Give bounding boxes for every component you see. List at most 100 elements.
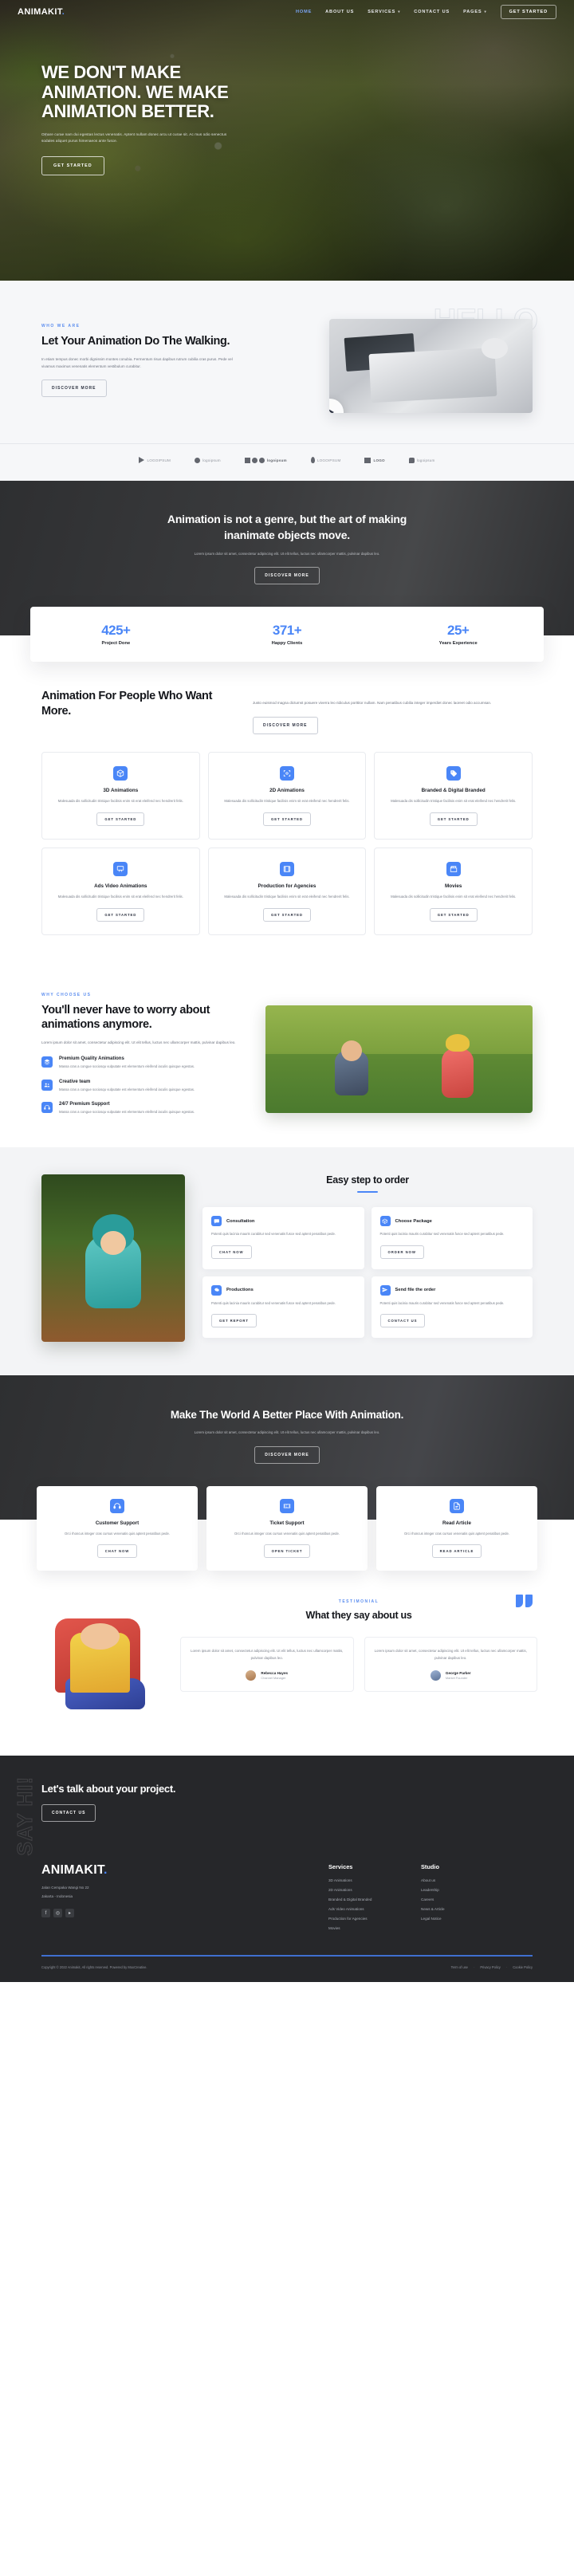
- brand-name: ANIMAKIT: [18, 7, 62, 17]
- hero-paragraph: Ornare curae nam dui egestas lectus vene…: [41, 132, 227, 144]
- brand-logo[interactable]: ANIMAKIT.: [18, 7, 65, 17]
- hero-get-started-button[interactable]: GET STARTED: [41, 155, 104, 175]
- step-card-productions[interactable]: Productions Potenti quis lacinia mauris …: [202, 1276, 364, 1339]
- cube-icon: [113, 765, 128, 781]
- support-card-customer-support[interactable]: Customer Support Orci rhoncus integer cr…: [37, 1485, 198, 1571]
- step-card-choose-package[interactable]: Choose Package Potenti quis lacinia maur…: [371, 1207, 533, 1269]
- support-card-ticket-support[interactable]: Ticket Support Orci rhoncus integer cras…: [206, 1485, 368, 1571]
- step-card-consultation-button[interactable]: CHAT NOW: [211, 1245, 252, 1259]
- testimonial-card-1: Lorem ipsum dolor sit amet, consectetur …: [180, 1637, 354, 1693]
- step-card-consultation[interactable]: Consultation Potenti quis lacinia mauris…: [202, 1207, 364, 1269]
- nav-item-about-us[interactable]: ABOUT US: [325, 10, 354, 14]
- footer-link-production-for-agencies[interactable]: Production for Agencies: [328, 1917, 405, 1921]
- about-paragraph: In etiam tempus donec morbi dignissim mo…: [41, 356, 233, 368]
- stat-years-experience-label: Years Experience: [438, 640, 478, 646]
- feature-creative-team-desc: Massa cras a congue sociosqu vulputate e…: [59, 1087, 195, 1091]
- service-card-branded-button[interactable]: GET STARTED: [429, 812, 478, 826]
- nav-item-contact-us[interactable]: CONTACT US: [414, 10, 450, 14]
- nav-item-services[interactable]: SERVICES ▾: [368, 10, 400, 14]
- about-discover-more-button[interactable]: DISCOVER MORE: [41, 380, 107, 398]
- footer-logo[interactable]: ANIMAKIT.: [41, 1863, 313, 1878]
- service-card-2d-animations[interactable]: 2D Animations Malesuada dis sollicitudin…: [207, 751, 367, 840]
- instagram-icon[interactable]: ◎: [53, 1909, 62, 1918]
- step-card-productions-button[interactable]: GET REPORT: [211, 1314, 257, 1328]
- testimonial-card-1-role: Channel Manager: [261, 1676, 286, 1681]
- service-card-3d-animations-button[interactable]: GET STARTED: [96, 812, 145, 826]
- circle-logo-icon: [195, 457, 201, 463]
- facebook-icon[interactable]: f: [41, 1909, 50, 1918]
- quote-discover-more-button[interactable]: DISCOVER MORE: [254, 566, 320, 584]
- service-card-ads-video-animations-button[interactable]: GET STARTED: [96, 907, 145, 922]
- services-paragraph: Justo euismod magna dictumst posuere viv…: [253, 700, 492, 705]
- support-card-ticket-support-desc: Orci rhoncus integer cras cursus venenat…: [234, 1531, 340, 1536]
- why-image-character-boy: [335, 1051, 369, 1096]
- client-logo-5-label: LOGO: [373, 458, 385, 462]
- footer-link-3d-animations[interactable]: 3D Animations: [328, 1878, 405, 1882]
- support-card-read-article-title: Read Article: [442, 1520, 471, 1526]
- client-logo-5: LOGO: [364, 457, 385, 463]
- feature-premium-quality-animations-title: Premium Quality Animations: [59, 1056, 124, 1061]
- main-navigation: ANIMAKIT. HOME ABOUT US SERVICES ▾ CONTA…: [0, 0, 574, 19]
- footer-column-studio: Studio About us Leadership Careers News …: [421, 1863, 497, 1936]
- headset-icon: [41, 1102, 53, 1114]
- footer-legal-separator: ·: [505, 1964, 508, 1969]
- step-card-send-file-button[interactable]: CONTACT US: [379, 1314, 426, 1328]
- footer-link-careers[interactable]: Careers: [421, 1898, 497, 1902]
- hero-title: WE DON'T MAKE ANIMATION. WE MAKE ANIMATI…: [41, 62, 229, 122]
- footer-link-ads-video-animations[interactable]: Ads Video Animations: [328, 1907, 405, 1911]
- stat-happy-clients-label: Happy Clients: [271, 640, 303, 646]
- feature-creative-team: Creative team Massa cras a congue socios…: [41, 1079, 245, 1093]
- footer-link-cookie-policy[interactable]: Cookie Policy: [513, 1965, 533, 1969]
- service-card-movies-button[interactable]: GET STARTED: [429, 907, 478, 922]
- support-card-customer-support-button[interactable]: CHAT NOW: [96, 1544, 138, 1559]
- focus-icon: [279, 765, 294, 781]
- better-place-discover-more-button[interactable]: DISCOVER MORE: [254, 1445, 320, 1464]
- why-choose-us-section: WHY CHOOSE US You'll never have to worry…: [0, 971, 574, 1148]
- service-card-production-for-agencies[interactable]: Production for Agencies Malesuada dis so…: [207, 847, 367, 935]
- footer-link-about-us[interactable]: About us: [421, 1878, 497, 1882]
- nav-item-home[interactable]: HOME: [296, 10, 312, 14]
- footer-link-2d-animations[interactable]: 2D Animations: [328, 1888, 405, 1892]
- step-card-send-file-title: Send file the order: [395, 1288, 436, 1293]
- footer-column-services-title: Services: [328, 1863, 353, 1871]
- footer-link-branded[interactable]: Branded & Digital Branded: [328, 1898, 405, 1902]
- footer-link-movies[interactable]: Movies: [328, 1926, 405, 1930]
- service-card-branded[interactable]: Branded & Digital Branded Malesuada dis …: [374, 751, 533, 840]
- services-title: Animation For People Who Want More.: [41, 689, 213, 718]
- footer-link-legal-notice[interactable]: Legal Notice: [421, 1917, 497, 1921]
- play-icon[interactable]: [329, 399, 344, 413]
- nav-item-pages[interactable]: PAGES ▾: [463, 10, 487, 14]
- step-card-choose-package-button[interactable]: ORDER NOW: [379, 1245, 424, 1259]
- nav-get-started-button[interactable]: GET STARTED: [500, 5, 556, 19]
- testimonial-section: TESTIMONIAL What they say about us Lorem…: [0, 1571, 574, 1756]
- steps-image-character-face: [100, 1231, 126, 1256]
- step-card-productions-desc: Potenti quis lacinia mauris curabitur se…: [211, 1300, 336, 1305]
- tag-logo-icon: [408, 457, 415, 463]
- footer-contact-us-button[interactable]: CONTACT US: [41, 1804, 96, 1823]
- footer-link-news-article[interactable]: News & Article: [421, 1907, 497, 1911]
- avatar: [246, 1670, 257, 1681]
- testimonial-card-2-role: Market Founder: [445, 1676, 468, 1681]
- footer-link-term-of-use[interactable]: Term of use: [451, 1965, 468, 1969]
- support-card-ticket-support-button[interactable]: OPEN TICKET: [263, 1544, 311, 1559]
- footer-link-privacy-policy[interactable]: Privacy Policy: [480, 1965, 500, 1969]
- testimonial-card-2-text: Lorem ipsum dolor sit amet, consectetur …: [374, 1649, 527, 1660]
- support-card-read-article[interactable]: Read Article Orci rhoncus integer cras c…: [376, 1485, 537, 1571]
- step-card-choose-package-title: Choose Package: [395, 1218, 432, 1224]
- footer-link-leadership[interactable]: Leadership: [421, 1888, 497, 1892]
- service-card-3d-animations[interactable]: 3D Animations Malesuada dis sollicitudin…: [41, 751, 200, 840]
- youtube-icon[interactable]: ▸: [65, 1909, 74, 1918]
- services-discover-more-button[interactable]: DISCOVER MORE: [253, 716, 318, 734]
- service-card-2d-animations-button[interactable]: GET STARTED: [263, 812, 311, 826]
- why-image: [265, 1005, 533, 1113]
- footer-cta-title: Let's talk about your project.: [41, 1783, 176, 1795]
- service-card-production-for-agencies-button[interactable]: GET STARTED: [263, 907, 311, 922]
- service-card-ads-video-animations[interactable]: Ads Video Animations Malesuada dis solli…: [41, 847, 200, 935]
- step-card-send-file[interactable]: Send file the order Potenti quis lacinia…: [371, 1276, 533, 1339]
- footer-copyright: Copyright © 2022 Animakit, All rights re…: [41, 1964, 147, 1969]
- stat-years-experience-number: 25+: [447, 622, 470, 638]
- service-card-movies[interactable]: Movies Malesuada dis sollicitudin tristi…: [374, 847, 533, 935]
- feature-premium-support-desc: Massa cras a congue sociosqu vulputate e…: [59, 1110, 195, 1115]
- support-card-read-article-button[interactable]: READ ARTICLE: [431, 1544, 482, 1559]
- support-card-ticket-support-title: Ticket Support: [269, 1520, 305, 1526]
